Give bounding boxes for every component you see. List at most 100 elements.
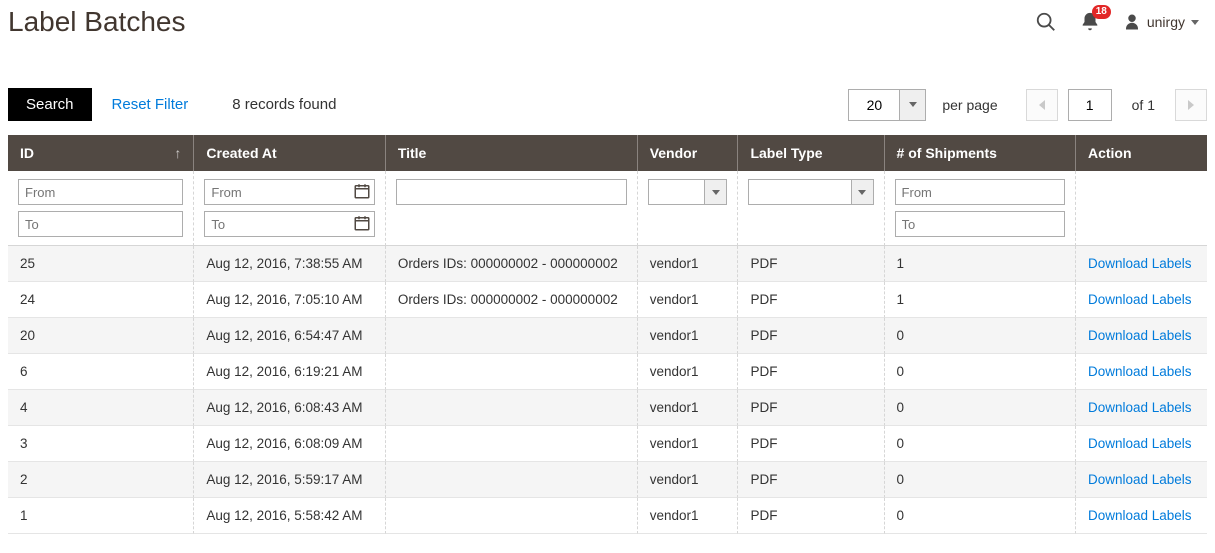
- col-header-action: Action: [1076, 135, 1207, 171]
- col-header-created[interactable]: Created At: [194, 135, 385, 171]
- chevron-down-icon: [705, 179, 727, 205]
- col-header-type[interactable]: Label Type: [738, 135, 884, 171]
- cell-action: Download Labels: [1076, 462, 1207, 498]
- page-size-input[interactable]: [849, 90, 899, 120]
- cell-vendor: vendor1: [638, 354, 739, 390]
- filter-shipments-to[interactable]: [895, 211, 1065, 237]
- cell-created: Aug 12, 2016, 6:19:21 AM: [194, 354, 385, 390]
- download-labels-link[interactable]: Download Labels: [1088, 436, 1192, 451]
- cell-type: PDF: [738, 246, 884, 282]
- user-menu[interactable]: unirgy: [1123, 13, 1199, 31]
- cell-shipments: 0: [885, 390, 1076, 426]
- cell-created: Aug 12, 2016, 7:05:10 AM: [194, 282, 385, 318]
- col-header-id-label: ID: [20, 145, 34, 161]
- cell-vendor: vendor1: [638, 426, 739, 462]
- chevron-down-icon: [852, 179, 874, 205]
- search-button[interactable]: Search: [8, 88, 92, 121]
- cell-id: 20: [8, 318, 194, 354]
- col-header-title[interactable]: Title: [386, 135, 638, 171]
- user-icon: [1123, 13, 1141, 31]
- cell-title: Orders IDs: 000000002 - 000000002: [386, 282, 638, 318]
- notifications-icon[interactable]: 18: [1079, 11, 1101, 33]
- filter-created-to[interactable]: [204, 211, 374, 237]
- page-size-dropdown-toggle[interactable]: [899, 90, 925, 120]
- prev-page-button[interactable]: [1026, 89, 1058, 121]
- cell-vendor: vendor1: [638, 462, 739, 498]
- cell-title: [386, 390, 638, 426]
- cell-shipments: 1: [885, 246, 1076, 282]
- cell-action: Download Labels: [1076, 354, 1207, 390]
- cell-created: Aug 12, 2016, 6:54:47 AM: [194, 318, 385, 354]
- download-labels-link[interactable]: Download Labels: [1088, 364, 1192, 379]
- cell-title: [386, 426, 638, 462]
- table-row: 24Aug 12, 2016, 7:05:10 AMOrders IDs: 00…: [8, 282, 1207, 318]
- cell-id: 6: [8, 354, 194, 390]
- cell-shipments: 1: [885, 282, 1076, 318]
- cell-type: PDF: [738, 426, 884, 462]
- cell-shipments: 0: [885, 318, 1076, 354]
- table-row: 1Aug 12, 2016, 5:58:42 AM vendor1PDF0 Down…: [8, 498, 1207, 534]
- cell-action: Download Labels: [1076, 282, 1207, 318]
- filter-created-from[interactable]: [204, 179, 374, 205]
- col-header-shipments[interactable]: # of Shipments: [885, 135, 1076, 171]
- download-labels-link[interactable]: Download Labels: [1088, 256, 1192, 271]
- chevron-down-icon: [909, 102, 917, 107]
- records-found-label: 8 records found: [232, 96, 336, 113]
- cell-created: Aug 12, 2016, 7:38:55 AM: [194, 246, 385, 282]
- cell-title: [386, 462, 638, 498]
- download-labels-link[interactable]: Download Labels: [1088, 400, 1192, 415]
- cell-id: 24: [8, 282, 194, 318]
- cell-action: Download Labels: [1076, 426, 1207, 462]
- total-pages-label: of 1: [1132, 97, 1155, 113]
- cell-id: 25: [8, 246, 194, 282]
- table-row: 25Aug 12, 2016, 7:38:55 AMOrders IDs: 00…: [8, 246, 1207, 282]
- col-header-id[interactable]: ID↑: [8, 135, 194, 171]
- notification-badge: 18: [1092, 5, 1111, 19]
- chevron-down-icon: [1191, 20, 1199, 25]
- current-page-input[interactable]: [1068, 89, 1112, 121]
- filter-title[interactable]: [396, 179, 627, 205]
- username-label: unirgy: [1147, 14, 1185, 30]
- cell-shipments: 0: [885, 354, 1076, 390]
- per-page-label: per page: [942, 97, 997, 113]
- filter-id-to[interactable]: [18, 211, 183, 237]
- table-row: 20Aug 12, 2016, 6:54:47 AMvendor1PDF0Dow…: [8, 318, 1207, 354]
- page-size-select[interactable]: [848, 89, 926, 121]
- cell-type: PDF: [738, 282, 884, 318]
- cell-type: PDF: [738, 318, 884, 354]
- search-icon[interactable]: [1035, 11, 1057, 33]
- table-row: 3Aug 12, 2016, 6:08:09 AMvendor1PDF0Down…: [8, 426, 1207, 462]
- cell-vendor: vendor1: [638, 246, 739, 282]
- cell-shipments: 0: [885, 498, 1076, 534]
- download-labels-link[interactable]: Download Labels: [1088, 472, 1192, 487]
- download-labels-link[interactable]: Download Labels: [1088, 508, 1192, 523]
- cell-title: [386, 498, 638, 534]
- table-row: 6Aug 12, 2016, 6:19:21 AMvendor1PDF0Down…: [8, 354, 1207, 390]
- cell-title: [386, 354, 638, 390]
- download-labels-link[interactable]: Download Labels: [1088, 328, 1192, 343]
- cell-created: Aug 12, 2016, 5:58:42 AM: [194, 498, 385, 534]
- next-page-button[interactable]: [1175, 89, 1207, 121]
- cell-vendor: vendor1: [638, 498, 739, 534]
- cell-id: 3: [8, 426, 194, 462]
- cell-type: PDF: [738, 390, 884, 426]
- col-header-vendor[interactable]: Vendor: [638, 135, 739, 171]
- cell-vendor: vendor1: [638, 282, 739, 318]
- filter-id-from[interactable]: [18, 179, 183, 205]
- table-row: 2Aug 12, 2016, 5:59:17 AMvendor1PDF0Down…: [8, 462, 1207, 498]
- cell-id: 4: [8, 390, 194, 426]
- cell-type: PDF: [738, 498, 884, 534]
- cell-title: [386, 318, 638, 354]
- cell-action: Download Labels: [1076, 498, 1207, 534]
- cell-id: 2: [8, 462, 194, 498]
- download-labels-link[interactable]: Download Labels: [1088, 292, 1192, 307]
- cell-action: Download Labels: [1076, 246, 1207, 282]
- reset-filter-link[interactable]: Reset Filter: [112, 96, 189, 113]
- cell-action: Download Labels: [1076, 390, 1207, 426]
- filter-type-select[interactable]: [748, 179, 851, 205]
- filter-vendor-select[interactable]: [648, 179, 706, 205]
- cell-type: PDF: [738, 462, 884, 498]
- filter-shipments-from[interactable]: [895, 179, 1065, 205]
- cell-id: 1: [8, 498, 194, 534]
- cell-action: Download Labels: [1076, 318, 1207, 354]
